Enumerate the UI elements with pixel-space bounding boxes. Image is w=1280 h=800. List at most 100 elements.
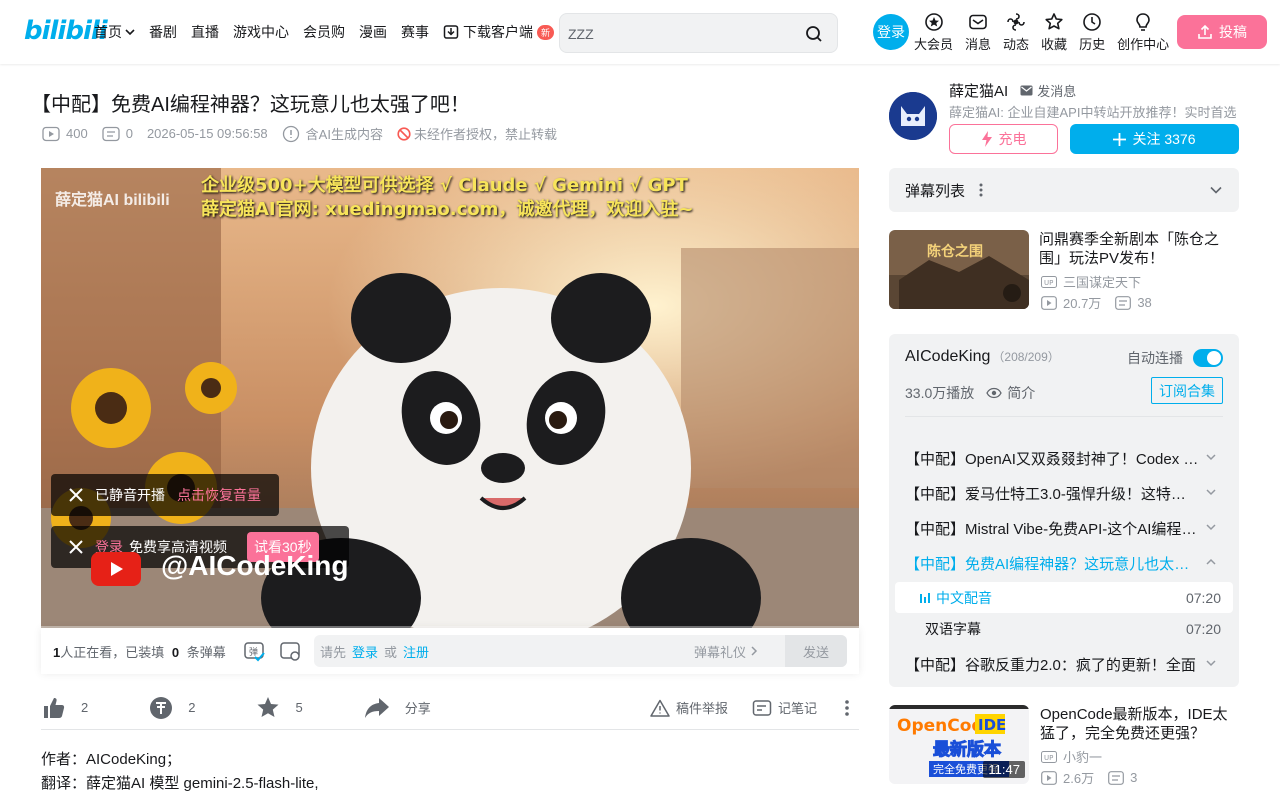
- up-badge-icon: UP: [1041, 750, 1057, 763]
- close-icon[interactable]: [69, 488, 83, 502]
- watching-status: 1人正在看，已装填 0 条弹幕: [53, 644, 226, 660]
- nav-manga[interactable]: 漫画: [359, 22, 387, 42]
- favorite-button[interactable]: 5: [255, 695, 303, 721]
- favorite-icon: [1045, 13, 1063, 30]
- chevron-down-icon: [1206, 660, 1216, 667]
- view-count: 400: [42, 126, 88, 142]
- danmaku-login-link[interactable]: 登录: [352, 642, 378, 661]
- danmaku-register-link[interactable]: 注册: [403, 642, 429, 661]
- entry-history[interactable]: 历史: [1079, 12, 1105, 53]
- history-icon: [1083, 13, 1101, 31]
- ad-card-title[interactable]: 问鼎赛季全新剧本「陈仓之围」玩法PV发布！: [1039, 230, 1239, 268]
- part-item-current[interactable]: 中文配音 07:20: [895, 582, 1233, 613]
- top-header: bilibili 首页 番剧 直播 游戏中心 会员购 漫画 赛事 下载客户端 新…: [0, 0, 1280, 64]
- uploader-avatar[interactable]: [889, 92, 937, 140]
- rec-card-uploader[interactable]: UP 小豹一: [1041, 747, 1102, 766]
- video-toolbar: 2 2 5 分享 稿件举报 记笔记: [41, 686, 859, 730]
- collection-stats: 33.0万播放 简介: [905, 383, 1036, 403]
- danmaku-count-icon: [1115, 295, 1132, 310]
- collection-intro-link[interactable]: 简介: [986, 383, 1035, 403]
- header-entries: 大会员 消息 动态 收藏 历史 创作中心: [914, 12, 1181, 53]
- video-banner-text: 企业级500+大模型可供选择 √ Claude √ Gemini √ GPT 薛…: [201, 175, 694, 220]
- chevron-down-icon: [1206, 489, 1216, 496]
- send-danmaku-button[interactable]: 发送: [785, 635, 847, 667]
- upload-icon: [1198, 24, 1212, 39]
- chevron-up-icon: [1206, 558, 1216, 565]
- danmaku-count: 0: [102, 126, 133, 142]
- upload-button[interactable]: 投稿: [1177, 15, 1267, 49]
- collection-title[interactable]: AICodeKing （208/209）: [905, 348, 1060, 366]
- danmaku-etiquette-link[interactable]: 弹幕礼仪: [694, 642, 759, 661]
- entry-creator-center[interactable]: 创作中心: [1117, 12, 1169, 53]
- ai-content-notice[interactable]: 含AI生成内容: [282, 124, 383, 143]
- note-button[interactable]: 记笔记: [752, 698, 817, 717]
- recommended-video-card[interactable]: OpenCode IDE 最新版本 完全免费更强 11:47 OpenCode最新版本…: [889, 705, 1239, 786]
- collection-item[interactable]: 【中配】谷歌反重力2.0：疯了的更新！全面: [905, 654, 1225, 674]
- unmute-link[interactable]: 点击恢复音量: [177, 485, 261, 505]
- note-icon: [752, 699, 772, 716]
- collection-item[interactable]: 【中配】爱马仕特工3.0-强悍升级！这特工真的强: [905, 483, 1225, 503]
- share-icon: [364, 697, 389, 718]
- entry-vip[interactable]: 大会员: [914, 12, 953, 53]
- uploader-name-row: 薛定猫AI 发消息: [949, 80, 1076, 101]
- entry-dynamic[interactable]: 动态: [1003, 12, 1029, 53]
- follow-button[interactable]: 关注 3376: [1070, 124, 1239, 154]
- entry-message[interactable]: 消息: [965, 12, 991, 53]
- charge-button[interactable]: 充电: [949, 124, 1058, 154]
- nav-home[interactable]: 首页: [94, 22, 135, 42]
- uploader-name[interactable]: 薛定猫AI: [949, 80, 1008, 101]
- coin-button[interactable]: 2: [148, 695, 195, 721]
- send-message-link[interactable]: 发消息: [1020, 81, 1076, 100]
- eye-icon: [986, 387, 1002, 399]
- danmaku-list-toggle[interactable]: 弹幕列表: [889, 168, 1239, 212]
- duration-badge: 11:47: [983, 761, 1025, 778]
- part-item[interactable]: 双语字幕 07:20: [895, 613, 1233, 644]
- muted-toast: 已静音开播 点击恢复音量: [51, 474, 279, 516]
- video-player[interactable]: 企业级500+大模型可供选择 √ Claude √ Gemini √ GPT 薛…: [41, 168, 859, 628]
- nav-game-center[interactable]: 游戏中心: [233, 22, 289, 42]
- search-input[interactable]: [568, 22, 788, 46]
- collection-item[interactable]: 【中配】OpenAI又双叒叕封神了！Codex 新功能: [905, 448, 1225, 468]
- danmaku-input[interactable]: 请先 登录 或 注册 弹幕礼仪 发送: [314, 635, 847, 667]
- chevron-down-icon: [125, 29, 135, 36]
- nav-esports[interactable]: 赛事: [401, 22, 429, 42]
- ad-thumbnail[interactable]: 陈仓之围: [889, 230, 1029, 309]
- login-avatar-button[interactable]: 登录: [873, 14, 909, 50]
- autoplay-toggle[interactable]: 自动连播: [1127, 348, 1223, 368]
- nav-anime[interactable]: 番剧: [149, 22, 177, 42]
- svg-text:弹: 弹: [249, 646, 258, 658]
- subscribe-collection-button[interactable]: 订阅合集: [1151, 377, 1223, 404]
- close-icon[interactable]: [69, 540, 83, 554]
- autoplay-switch[interactable]: [1193, 349, 1223, 367]
- chevron-right-icon: [751, 646, 758, 656]
- rec-thumbnail[interactable]: OpenCode IDE 最新版本 完全免费更强 11:47: [889, 705, 1029, 784]
- like-button[interactable]: 2: [41, 695, 88, 721]
- nav-download-client[interactable]: 下载客户端 新: [443, 22, 555, 42]
- ad-card-uploader[interactable]: UP 三国谋定天下: [1041, 272, 1141, 291]
- playing-bars-icon: [920, 593, 930, 603]
- creator-icon: [1136, 13, 1150, 31]
- more-options-icon[interactable]: [841, 698, 853, 718]
- nav-mall[interactable]: 会员购: [303, 22, 345, 42]
- play-count-icon: [42, 126, 60, 141]
- entry-favorite[interactable]: 收藏: [1041, 12, 1067, 53]
- lightning-icon: [981, 131, 992, 147]
- nav-live[interactable]: 直播: [191, 22, 219, 42]
- ad-card-stats: 20.7万 38: [1041, 293, 1166, 312]
- report-button[interactable]: 稿件举报: [650, 698, 728, 717]
- ad-video-card[interactable]: 陈仓之围 问鼎赛季全新剧本「陈仓之围」玩法PV发布！ UP 三国谋定天下 20.…: [889, 230, 1239, 312]
- video-description: 作者：AICodeKing； 翻译：薛定猫AI 模型 gemini-2.5-fl…: [41, 751, 319, 792]
- danmaku-toggle-icon[interactable]: 弹: [243, 640, 265, 662]
- more-options-icon[interactable]: [979, 183, 983, 197]
- youtube-logo: [91, 552, 141, 586]
- collection-item-current[interactable]: 【中配】免费AI编程神器？这玩意儿也太强了吧！: [905, 553, 1225, 573]
- video-handle-overlay: @AICodeKing: [161, 550, 349, 581]
- top-nav: 首页 番剧 直播 游戏中心 会员购 漫画 赛事 下载客户端 新: [94, 22, 568, 42]
- share-button[interactable]: 分享: [363, 695, 431, 721]
- rec-card-title[interactable]: OpenCode最新版本，IDE太猛了，完全免费还更强？: [1040, 705, 1235, 743]
- collection-item[interactable]: 【中配】Mistral Vibe-免费API-这个AI编程工具: [905, 518, 1225, 538]
- search-icon[interactable]: [805, 25, 823, 43]
- forbidden-icon: [397, 126, 411, 141]
- toolbar-right: 稿件举报 记笔记: [650, 698, 859, 718]
- danmaku-settings-icon[interactable]: [279, 640, 301, 662]
